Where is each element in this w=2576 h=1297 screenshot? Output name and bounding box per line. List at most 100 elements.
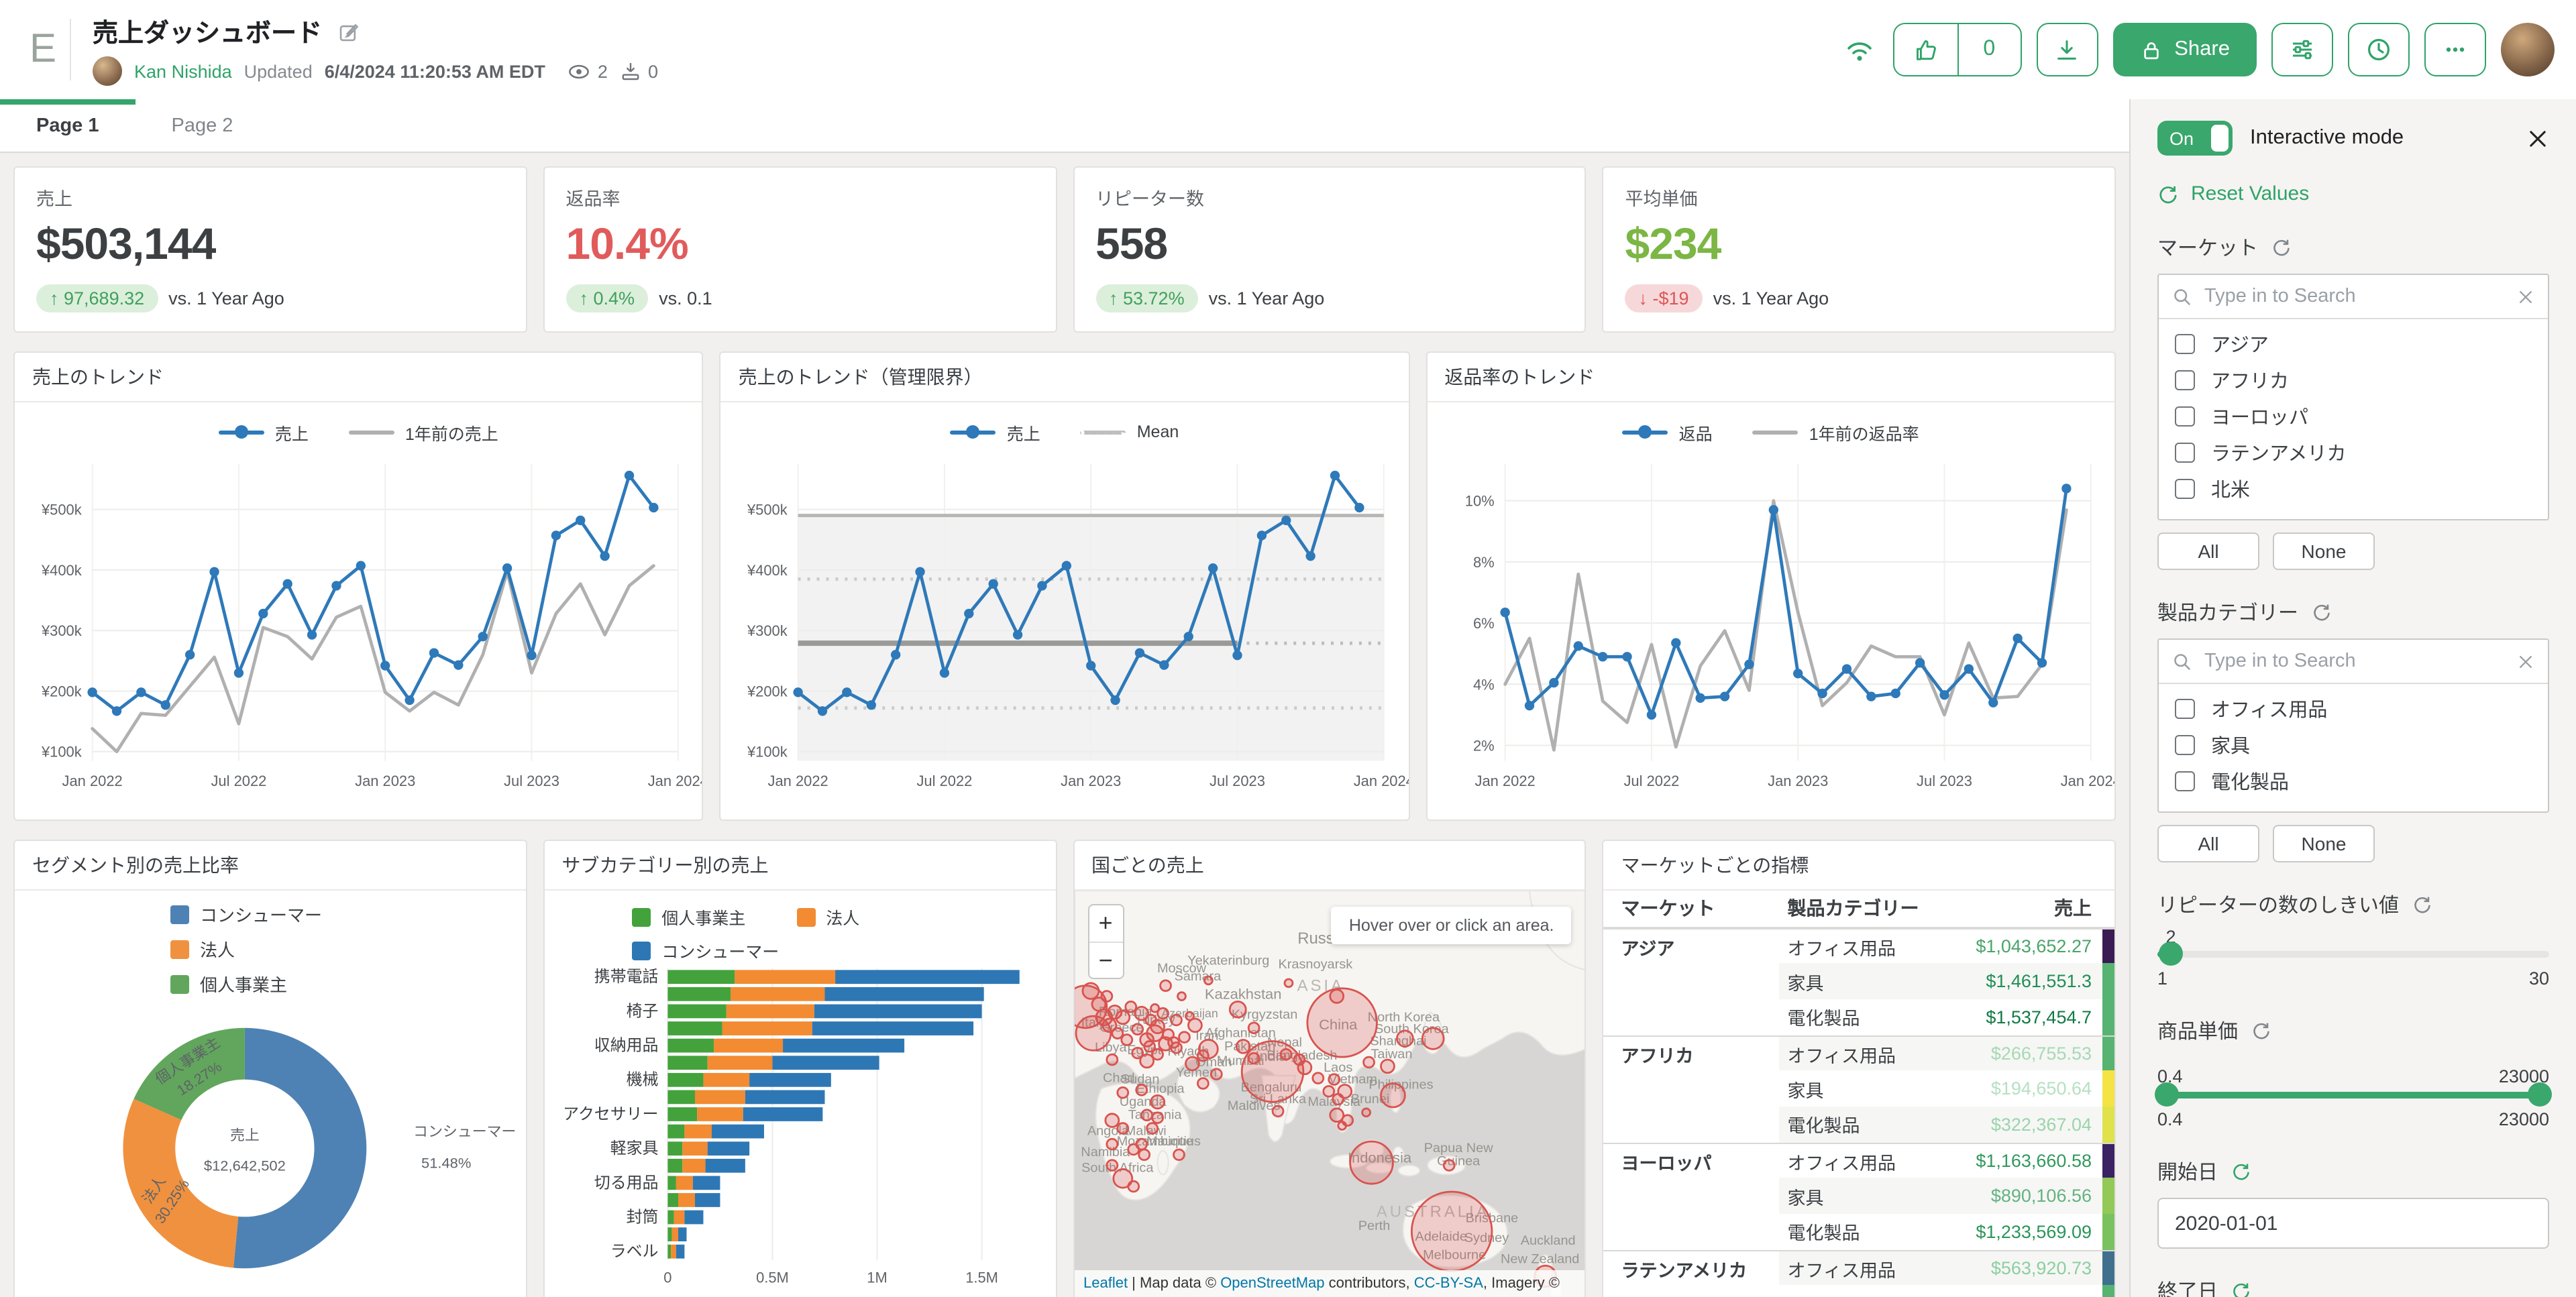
filter-option[interactable]: ヨーロッパ (2175, 398, 2532, 435)
filter-label-category: 製品カテゴリー (2157, 598, 2549, 626)
market-none-button[interactable]: None (2273, 532, 2375, 570)
kpi-title: 返品率 (566, 184, 1034, 211)
tab-page-1[interactable]: Page 1 (0, 99, 136, 152)
checkbox-icon[interactable] (2175, 771, 2195, 791)
osm-link[interactable]: OpenStreetMap (1220, 1276, 1324, 1292)
unit-price-range-slider[interactable]: 0.423000 0.423000 (2157, 1066, 2549, 1129)
table-row: 電化製品$1,537,454.7 (1604, 999, 2115, 1035)
bottom-row: セグメント別の売上比率 コンシューマー法人個人事業主コンシューマー51.48%法… (13, 840, 2116, 1297)
refresh-icon[interactable] (2231, 1162, 2251, 1182)
close-icon[interactable] (2526, 127, 2549, 150)
map-sales-circle (1443, 1160, 1454, 1171)
leaflet-link[interactable]: Leaflet (1083, 1276, 1128, 1292)
svg-text:Jan 2024: Jan 2024 (1354, 773, 1408, 789)
slider-handle[interactable] (2159, 942, 2183, 966)
map-sales-circle (1332, 1094, 1343, 1105)
filter-option[interactable]: ラテンアメリカ (2175, 435, 2532, 471)
map-sales-circle (1362, 1109, 1370, 1117)
svg-text:New Zealand: New Zealand (1500, 1251, 1578, 1266)
kpi-value: $503,144 (36, 219, 504, 270)
cc-link[interactable]: CC-BY-SA (1414, 1276, 1483, 1292)
table-row: アジアオフィス用品$1,043,652.27 (1604, 927, 2115, 963)
market-search-input[interactable] (2204, 286, 2505, 307)
updated-time: 6/4/2024 11:20:53 AM EDT (325, 61, 545, 81)
range-handle-high[interactable] (2528, 1082, 2552, 1107)
sales-trend-chart[interactable]: 売上1年前の売上¥100k¥200k¥300k¥400k¥500kJan 202… (15, 402, 702, 820)
more-options-button[interactable] (2424, 23, 2486, 76)
segment-donut-chart[interactable]: コンシューマー法人個人事業主コンシューマー51.48%法人30.25%個人事業主… (15, 891, 526, 1297)
edit-title-icon[interactable] (338, 21, 360, 42)
refresh-icon[interactable] (2231, 1281, 2251, 1297)
filter-option[interactable]: アジア (2175, 326, 2532, 362)
checkbox-icon[interactable] (2175, 699, 2195, 719)
map-sales-circle (1173, 1149, 1184, 1160)
share-button[interactable]: Share (2112, 23, 2257, 76)
map-sales-circle (1106, 1054, 1117, 1065)
checkbox-icon[interactable] (2175, 334, 2195, 354)
filter-option[interactable]: 電化製品 (2175, 763, 2532, 799)
kpi-sales: 売上 $503,144 ↑ 97,689.32vs. 1 Year Ago (13, 166, 527, 333)
map-sales-circle (1177, 993, 1185, 1001)
table-header: マーケット製品カテゴリー売上 (1604, 891, 2115, 927)
author-link[interactable]: Kan Nishida (134, 61, 232, 81)
map-sales-circle (1117, 1087, 1128, 1098)
market-all-button[interactable]: All (2157, 532, 2259, 570)
history-clock-button[interactable] (2348, 23, 2410, 76)
zoom-out-button[interactable]: − (1089, 942, 1122, 978)
map-sales-circle (1381, 1060, 1394, 1073)
map-canvas[interactable]: RussiaMoscowYekaterinburgKrasnoyarskSama… (1074, 891, 1585, 1297)
checkbox-icon[interactable] (2175, 443, 2195, 463)
reset-values-button[interactable]: Reset Values (2157, 182, 2549, 205)
panel-sales-trend: 売上のトレンド 売上1年前の売上¥100k¥200k¥300k¥400k¥500… (13, 351, 704, 821)
svg-text:8%: 8% (1472, 554, 1494, 571)
refresh-icon[interactable] (2412, 895, 2432, 915)
map-sales-circle (1082, 983, 1098, 999)
svg-text:Kazakhstan: Kazakhstan (1204, 986, 1281, 1003)
filter-option[interactable]: アフリカ (2175, 362, 2532, 398)
repeater-threshold-slider[interactable]: 2 130 (2157, 927, 2549, 989)
updated-label: Updated (244, 61, 313, 81)
refresh-icon[interactable] (2251, 1021, 2271, 1041)
map-sales-circle (1185, 1057, 1198, 1070)
country-sales-map[interactable]: RussiaMoscowYekaterinburgKrasnoyarskSama… (1074, 891, 1585, 1297)
svg-text:Jan 2023: Jan 2023 (1061, 773, 1122, 789)
category-all-button[interactable]: All (2157, 825, 2259, 862)
kpi-compare: vs. 1 Year Ago (168, 288, 284, 308)
unit-price-label: 商品単価 (2157, 1017, 2549, 1045)
author-avatar[interactable] (93, 56, 122, 86)
filter-option[interactable]: 家具 (2175, 727, 2532, 763)
svg-text:Krasnoyarsk: Krasnoyarsk (1277, 957, 1352, 972)
filter-option[interactable]: 北米 (2175, 471, 2532, 507)
subcategory-bar-chart[interactable]: 個人事業主法人コンシューマー00.5M1M1.5M売上携帯電話椅子収納用品機械ア… (545, 891, 1056, 1297)
svg-text:1.5M: 1.5M (965, 1270, 998, 1286)
svg-text:Jan 2024: Jan 2024 (648, 773, 702, 789)
checkbox-icon[interactable] (2175, 370, 2195, 390)
refresh-icon[interactable] (2312, 602, 2332, 622)
checkbox-icon[interactable] (2175, 479, 2195, 499)
tab-page-2[interactable]: Page 2 (136, 99, 270, 152)
like-button-group[interactable]: 0 (1892, 23, 2021, 76)
return-rate-trend-chart[interactable]: 返品1年前の返品率2%4%6%8%10%Jan 2022Jul 2022Jan … (1427, 402, 2114, 820)
filter-option[interactable]: オフィス用品 (2175, 691, 2532, 727)
clear-search-icon[interactable] (2517, 653, 2534, 670)
clear-search-icon[interactable] (2517, 288, 2534, 305)
svg-text:Afghanistan: Afghanistan (1205, 1026, 1275, 1041)
category-options-list: オフィス用品家具電化製品 (2159, 684, 2548, 811)
kpi-row: 売上 $503,144 ↑ 97,689.32vs. 1 Year Ago 返品… (13, 166, 2116, 333)
category-search-input[interactable] (2204, 651, 2505, 672)
refresh-icon[interactable] (2271, 237, 2292, 258)
sales-trend-control-svg: ¥100k¥200k¥300k¥400k¥500kJan 2022Jul 202… (721, 451, 1409, 820)
checkbox-icon[interactable] (2175, 406, 2195, 427)
map-sales-circle (1146, 1123, 1157, 1134)
start-date-input[interactable] (2157, 1198, 2549, 1249)
zoom-in-button[interactable]: + (1089, 905, 1122, 942)
download-button[interactable] (2036, 23, 2098, 76)
checkbox-icon[interactable] (2175, 735, 2195, 755)
user-avatar[interactable] (2501, 23, 2555, 76)
interactive-mode-toggle[interactable]: On (2157, 121, 2233, 156)
thumbs-up-icon[interactable] (1894, 24, 1957, 75)
settings-sliders-button[interactable] (2271, 23, 2333, 76)
sales-trend-control-chart[interactable]: 売上Mean¥100k¥200k¥300k¥400k¥500kJan 2022J… (721, 402, 1409, 820)
range-handle-low[interactable] (2155, 1082, 2179, 1107)
category-none-button[interactable]: None (2273, 825, 2375, 862)
